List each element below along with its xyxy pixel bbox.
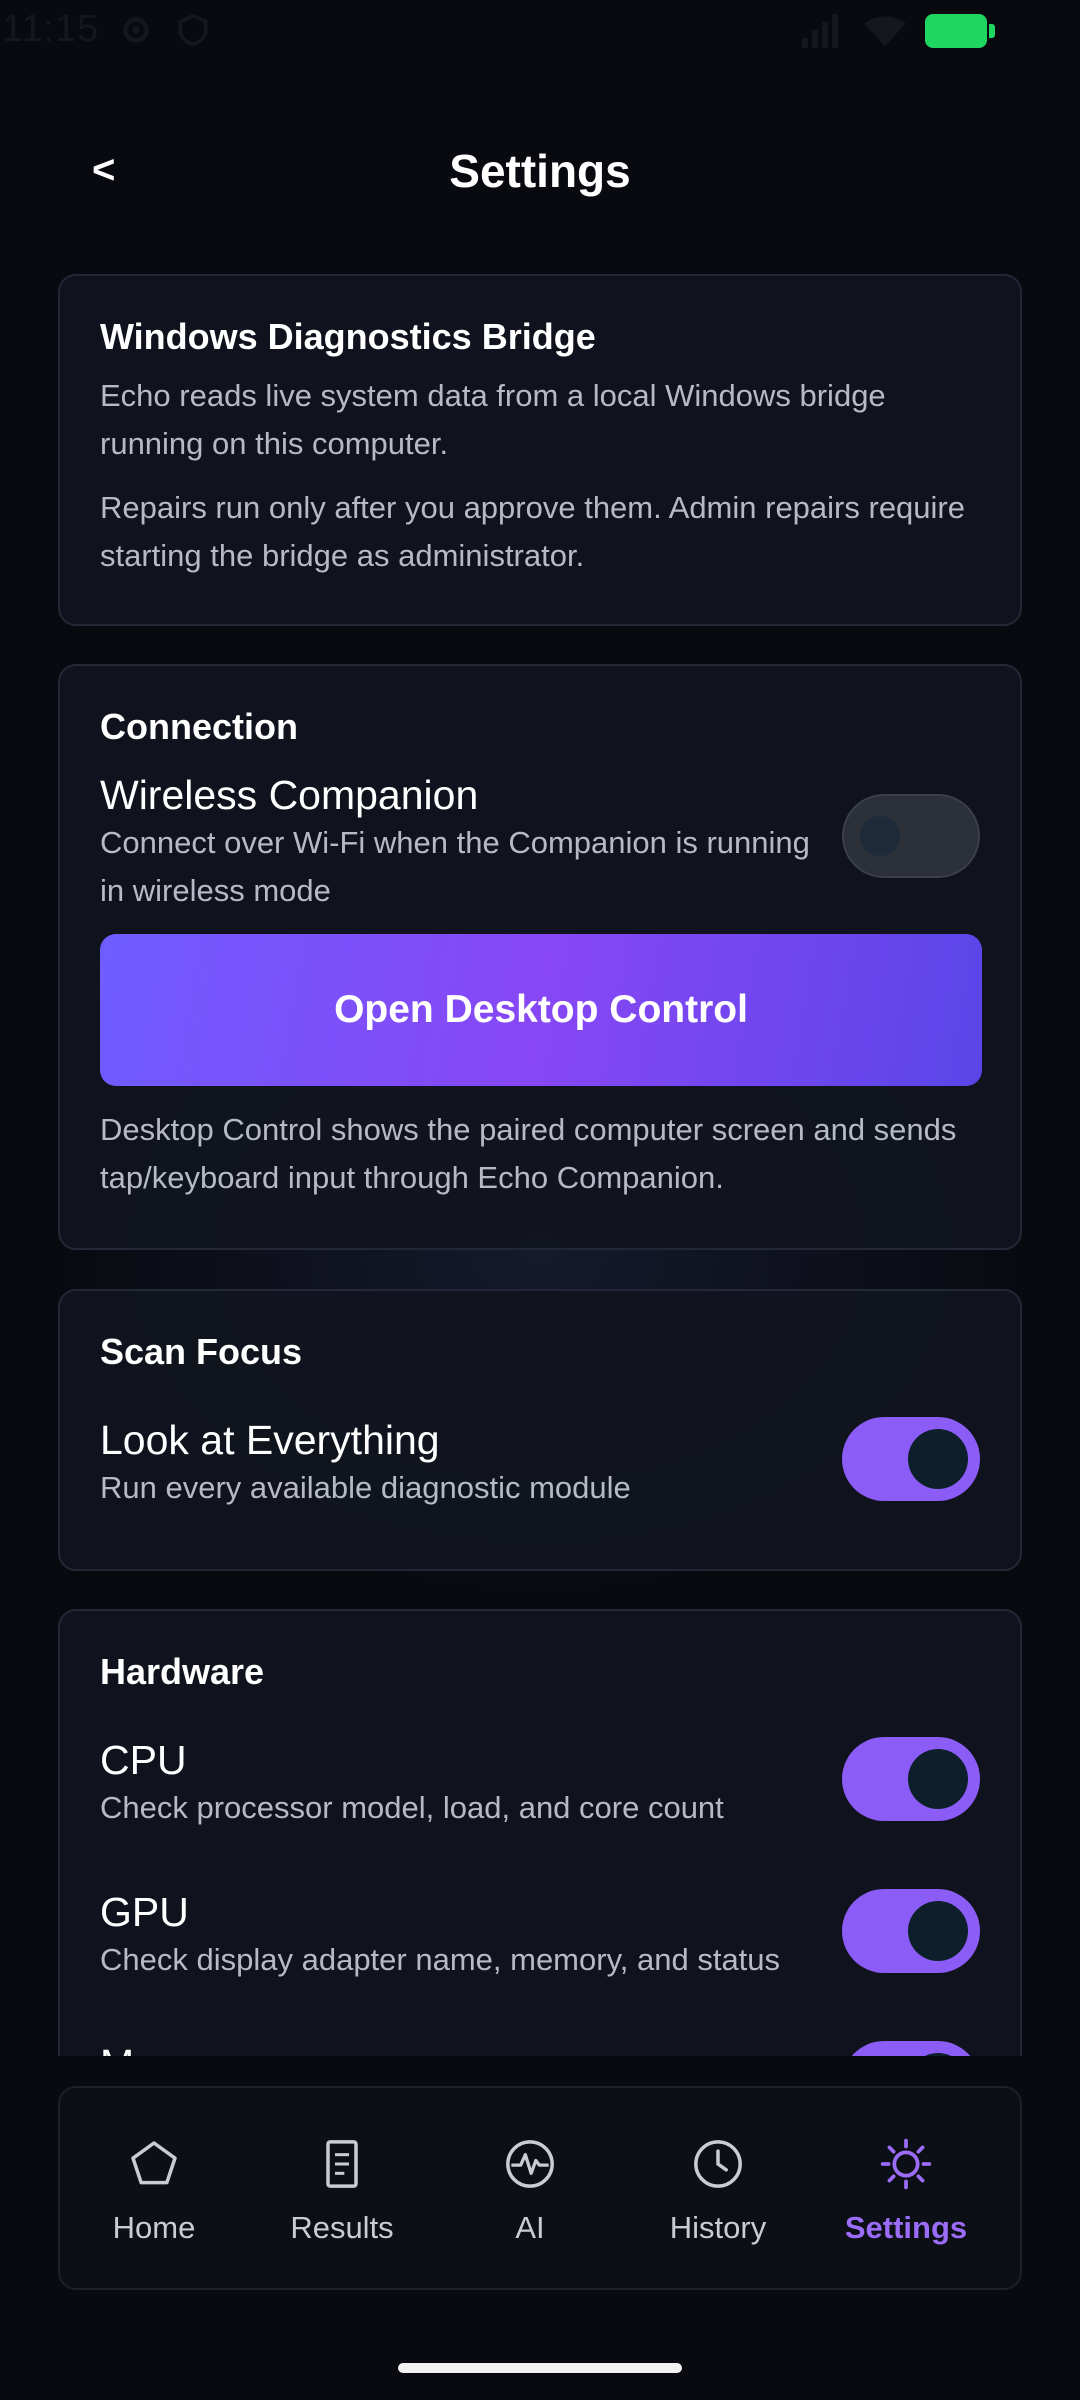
- toggle-knob: [908, 2053, 968, 2056]
- nav-item-settings[interactable]: Settings: [812, 2088, 1000, 2288]
- desktop-control-note: Desktop Control shows the paired compute…: [100, 1112, 957, 1195]
- nav-item-results[interactable]: Results: [248, 2088, 436, 2288]
- hardware-item-gpu: GPU Check display adapter name, memory, …: [100, 1889, 980, 1989]
- document-icon: [326, 2140, 358, 2188]
- hardware-item-cpu: CPU Check processor model, load, and cor…: [100, 1737, 980, 1837]
- bottom-nav: Home Results AI History Settings: [58, 2086, 1022, 2290]
- toggle-knob: [908, 1901, 968, 1961]
- wireless-companion-toggle[interactable]: [842, 794, 980, 878]
- connection-card-title: Connection: [100, 706, 298, 747]
- bridge-repair-note: Repairs run only after you approve them.…: [100, 490, 965, 573]
- nav-item-home[interactable]: Home: [60, 2088, 248, 2288]
- nav-label: History: [669, 2210, 767, 2245]
- hardware-card-title: Hardware: [100, 1651, 265, 1692]
- settings-scroll-area[interactable]: Windows Diagnostics Bridge Echo reads li…: [0, 0, 1080, 2056]
- nav-item-history[interactable]: History: [624, 2088, 812, 2288]
- look-at-everything-description: Run every available diagnostic module: [100, 1470, 631, 1505]
- wireless-companion-row: Wireless Companion Connect over Wi-Fi wh…: [100, 772, 980, 916]
- bridge-description: Echo reads live system data from a local…: [100, 378, 886, 461]
- hardware-card: Hardware CPU Check processor model, load…: [58, 1609, 1022, 2056]
- nav-label: Home: [112, 2210, 196, 2245]
- hardware-item-memory: M: [100, 2041, 980, 2056]
- bridge-card-title: Windows Diagnostics Bridge: [100, 316, 596, 357]
- cpu-toggle[interactable]: [842, 1737, 980, 1821]
- connection-card: Connection Wireless Companion Connect ov…: [58, 664, 1022, 1250]
- nav-label: AI: [515, 2210, 545, 2245]
- wireless-companion-description: Connect over Wi-Fi when the Companion is…: [100, 825, 810, 908]
- sun-gear-icon: [880, 2138, 932, 2190]
- look-at-everything-toggle[interactable]: [842, 1417, 980, 1501]
- gpu-toggle[interactable]: [842, 1889, 980, 1973]
- nav-item-ai[interactable]: AI: [436, 2088, 624, 2288]
- hardware-item-description: Check processor model, load, and core co…: [100, 1790, 724, 1825]
- hardware-item-title: M: [100, 2041, 980, 2056]
- scan-focus-card: Scan Focus Look at Everything Run every …: [58, 1289, 1022, 1571]
- open-desktop-control-button[interactable]: Open Desktop Control: [100, 934, 982, 1086]
- nav-label: Settings: [844, 2210, 968, 2245]
- toggle-knob: [908, 1429, 968, 1489]
- toggle-knob: [860, 816, 900, 856]
- look-at-everything-row: Look at Everything Run every available d…: [100, 1417, 980, 1517]
- settings-screen: 11:15 < Settings Windows Diagnostics Bri…: [0, 0, 1080, 2400]
- home-indicator[interactable]: [398, 2363, 682, 2373]
- pentagon-home-icon: [131, 2141, 177, 2185]
- bridge-card: Windows Diagnostics Bridge Echo reads li…: [58, 274, 1022, 626]
- nav-label: Results: [290, 2210, 394, 2245]
- scan-focus-card-title: Scan Focus: [100, 1331, 303, 1372]
- hardware-item-description: Check display adapter name, memory, and …: [100, 1942, 781, 1977]
- pulse-icon: [506, 2140, 554, 2188]
- clock-icon: [694, 2140, 742, 2188]
- toggle-knob: [908, 1749, 968, 1809]
